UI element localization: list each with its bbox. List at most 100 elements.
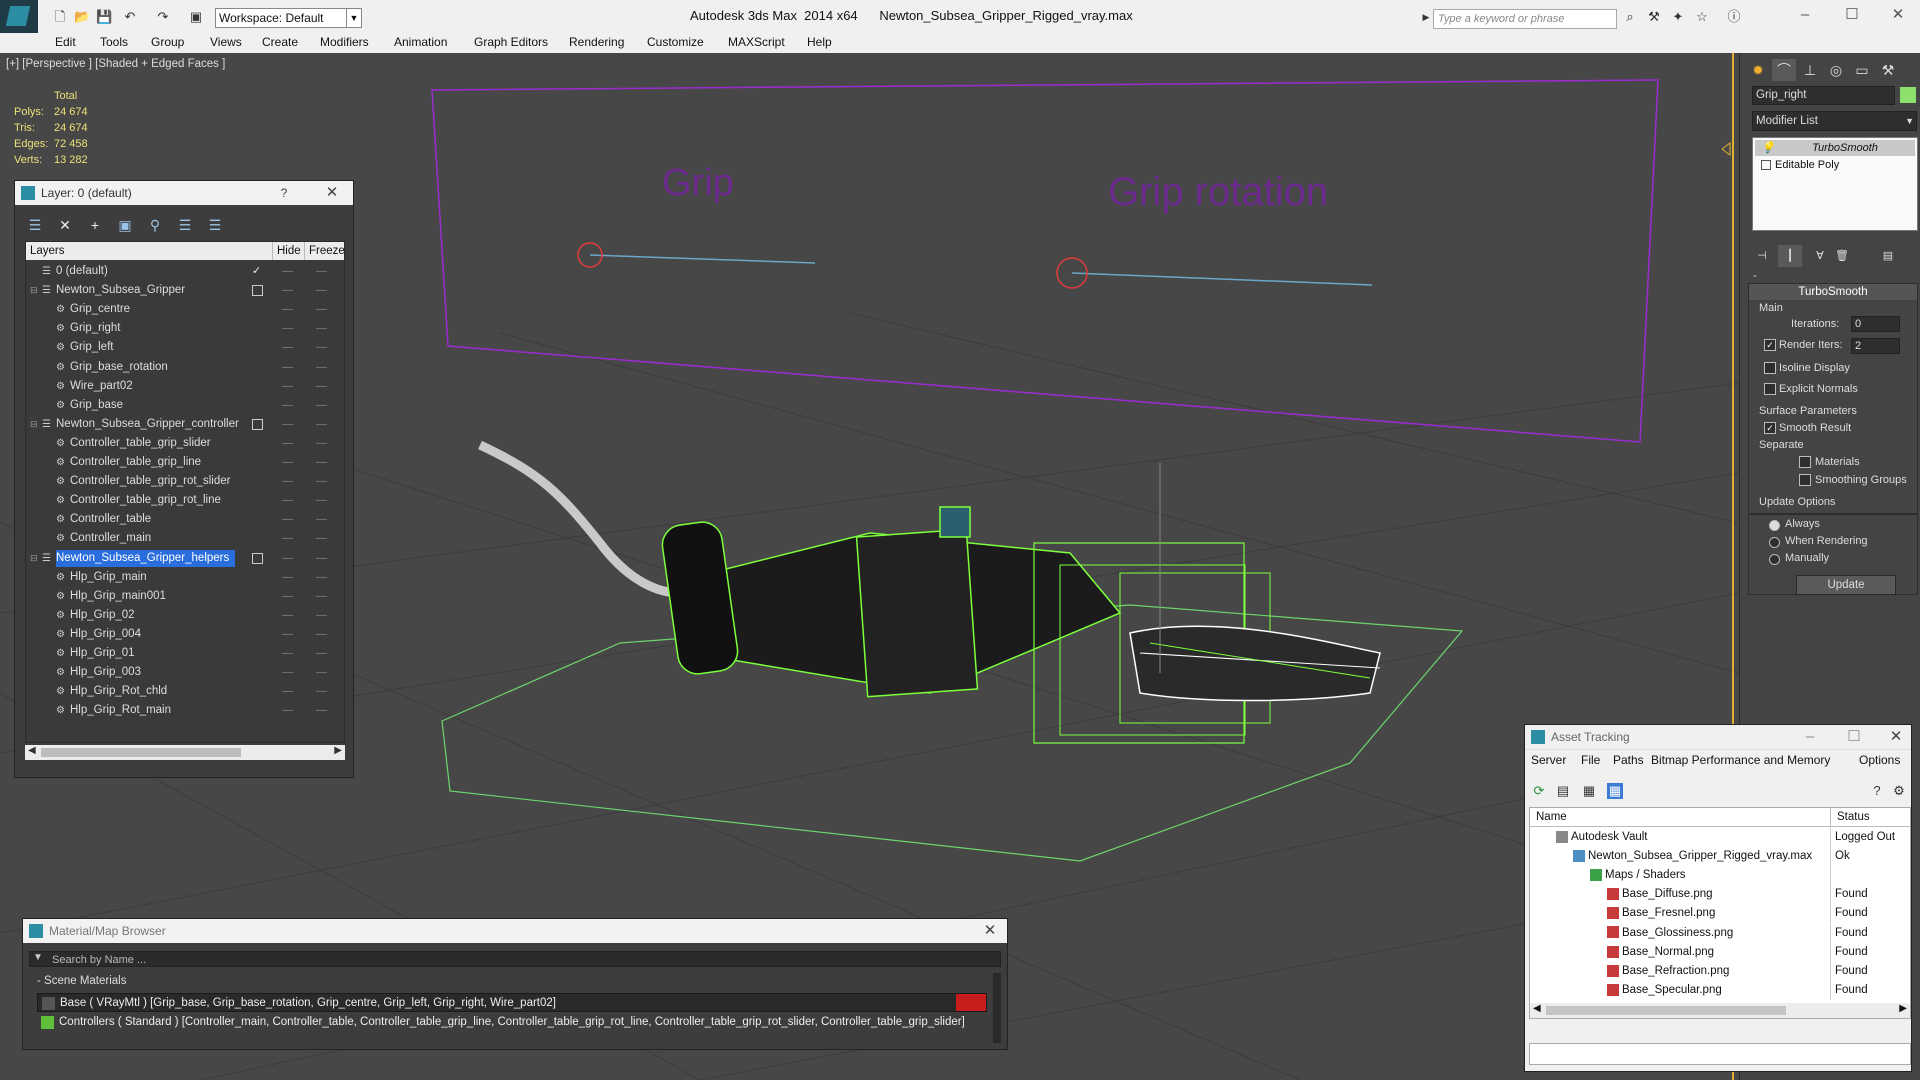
list-view-icon[interactable]: ▤ bbox=[1555, 783, 1571, 799]
menu-group[interactable]: Group bbox=[151, 35, 184, 49]
horizontal-scrollbar[interactable]: ◀ ▶ bbox=[1530, 1003, 1910, 1018]
table-view-icon[interactable]: ▦ bbox=[1607, 783, 1623, 799]
freeze-toggle[interactable]: ‒‒ bbox=[316, 453, 327, 472]
minimize-icon[interactable]: – bbox=[1799, 725, 1821, 749]
layer-explorer-titlebar[interactable]: Layer: 0 (default) ? ✕ bbox=[15, 181, 353, 205]
help-icon[interactable]: ⓘ bbox=[1726, 9, 1742, 25]
hide-toggle[interactable]: ‒‒ bbox=[282, 472, 293, 491]
object-row[interactable]: ⚙ Controller_table ‒‒ ‒‒ bbox=[26, 510, 344, 529]
close-window-icon[interactable]: ✕ bbox=[1878, 4, 1918, 26]
object-row[interactable]: ⚙ Grip_centre ‒‒ ‒‒ bbox=[26, 300, 344, 319]
freeze-toggle[interactable]: ‒‒ bbox=[316, 472, 327, 491]
asset-row[interactable]: Autodesk Vault Logged Out bbox=[1530, 828, 1910, 847]
favorites-star-icon[interactable]: ☆ bbox=[1694, 9, 1710, 25]
freeze-toggle[interactable]: ‒‒ bbox=[316, 300, 327, 319]
utilities-tab-icon[interactable]: ⚒ bbox=[1876, 59, 1900, 81]
freeze-toggle[interactable]: ‒‒ bbox=[316, 587, 327, 606]
lightbulb-icon[interactable]: 💡 bbox=[1761, 140, 1775, 156]
material-browser-titlebar[interactable]: Material/Map Browser ✕ bbox=[23, 919, 1007, 943]
pin-stack-icon[interactable]: ⊣ bbox=[1750, 245, 1774, 267]
hide-toggle[interactable]: ‒‒ bbox=[282, 663, 293, 682]
column-hide[interactable]: Hide bbox=[272, 242, 301, 260]
maximize-window-icon[interactable]: ☐ bbox=[1832, 4, 1872, 26]
communication-center-icon[interactable]: ✦ bbox=[1670, 9, 1686, 25]
asset-row[interactable]: Base_Normal.png Found bbox=[1530, 942, 1910, 962]
asset-row[interactable]: Base_Diffuse.png Found bbox=[1530, 885, 1910, 905]
menu-server[interactable]: Server bbox=[1531, 753, 1566, 767]
asset-row[interactable]: Base_Refraction.png Found bbox=[1530, 961, 1910, 981]
object-row[interactable]: ⚙ Controller_table_grip_rot_line ‒‒ ‒‒ bbox=[26, 491, 344, 510]
modifier-list-dropdown[interactable]: Modifier List ▼ bbox=[1752, 111, 1917, 131]
menu-modifiers[interactable]: Modifiers bbox=[320, 35, 369, 49]
object-row[interactable]: ⚙ Grip_base_rotation ‒‒ ‒‒ bbox=[26, 358, 344, 377]
hide-toggle[interactable]: ‒‒ bbox=[282, 625, 293, 644]
freeze-toggle[interactable]: ‒‒ bbox=[316, 663, 327, 682]
hide-toggle[interactable]: ‒‒ bbox=[282, 377, 293, 396]
object-row[interactable]: ⚙ Hlp_Grip_004 ‒‒ ‒‒ bbox=[26, 625, 344, 644]
gripper-model[interactable] bbox=[660, 463, 1381, 744]
viewport-label[interactable]: [+] [Perspective ] [Shaded + Edged Faces… bbox=[6, 58, 225, 70]
help-icon[interactable]: ? bbox=[1869, 783, 1885, 799]
delete-layer-icon[interactable]: ✕ bbox=[55, 215, 75, 235]
object-name-field[interactable]: Grip_right bbox=[1752, 86, 1895, 105]
freeze-toggle[interactable]: ‒‒ bbox=[316, 415, 327, 434]
remove-modifier-icon[interactable]: 🗑 bbox=[1830, 245, 1854, 267]
horizontal-scrollbar[interactable]: ◀ ▶ bbox=[25, 745, 345, 760]
layer-row[interactable]: ☰ ⊟ Newton_Subsea_Gripper_helpers ‒‒ ‒‒ bbox=[26, 549, 344, 568]
redo-icon[interactable]: ↷ bbox=[155, 9, 171, 25]
menu-edit[interactable]: Edit bbox=[55, 35, 76, 49]
turbosmooth-rollout-header[interactable]: TurboSmooth bbox=[1749, 284, 1917, 300]
hide-toggle[interactable]: ‒‒ bbox=[282, 453, 293, 472]
freeze-toggle[interactable]: ‒‒ bbox=[316, 338, 327, 357]
freeze-all-layers-icon[interactable]: ☰ bbox=[205, 215, 225, 235]
render-iters-checkbox[interactable]: ✓ bbox=[1764, 339, 1776, 351]
display-tab-icon[interactable]: ▭ bbox=[1850, 59, 1874, 81]
hide-toggle[interactable]: ‒‒ bbox=[282, 606, 293, 625]
collapse-icon[interactable]: ⊟ bbox=[30, 549, 38, 568]
hide-toggle[interactable]: ‒‒ bbox=[282, 491, 293, 510]
material-row-controllers[interactable]: Controllers ( Standard ) [Controller_mai… bbox=[37, 1013, 987, 1032]
modify-tab-icon[interactable]: ⌒ bbox=[1772, 59, 1796, 81]
menu-options[interactable]: Options bbox=[1859, 753, 1900, 767]
close-icon[interactable]: ✕ bbox=[1885, 725, 1907, 749]
material-row-base[interactable]: Base ( VRayMtl ) [Grip_base, Grip_base_r… bbox=[37, 993, 987, 1012]
subscription-icon[interactable]: ⚒ bbox=[1646, 9, 1662, 25]
hide-toggle[interactable]: ‒‒ bbox=[282, 319, 293, 338]
menu-tools[interactable]: Tools bbox=[100, 35, 128, 49]
current-layer-check-icon[interactable]: ✓ bbox=[252, 262, 261, 281]
create-tab-icon[interactable]: ✹ bbox=[1746, 59, 1770, 81]
settings-icon[interactable]: ⚙ bbox=[1891, 783, 1907, 799]
material-search-input[interactable]: Search by Name ... bbox=[29, 951, 1001, 967]
manually-radio[interactable] bbox=[1769, 554, 1780, 565]
asset-row[interactable]: Newton_Subsea_Gripper_Rigged_vray.max Ok bbox=[1530, 847, 1910, 867]
make-unique-icon[interactable]: ∀ bbox=[1808, 245, 1832, 267]
freeze-toggle[interactable]: ‒‒ bbox=[316, 529, 327, 548]
column-freeze[interactable]: Freeze bbox=[304, 242, 345, 260]
motion-tab-icon[interactable]: ◎ bbox=[1824, 59, 1848, 81]
freeze-toggle[interactable]: ‒‒ bbox=[316, 491, 327, 510]
scroll-right-icon[interactable]: ▶ bbox=[334, 745, 342, 756]
app-logo-icon[interactable] bbox=[0, 0, 38, 36]
object-row[interactable]: ⚙ Hlp_Grip_003 ‒‒ ‒‒ bbox=[26, 663, 344, 682]
freeze-toggle[interactable]: ‒‒ bbox=[316, 568, 327, 587]
menu-views[interactable]: Views bbox=[210, 35, 242, 49]
select-objects-icon[interactable]: ▣ bbox=[115, 215, 135, 235]
asset-path-field[interactable] bbox=[1529, 1043, 1911, 1065]
search-options-icon[interactable]: ▼ bbox=[33, 952, 43, 963]
object-row[interactable]: ⚙ Hlp_Grip_main001 ‒‒ ‒‒ bbox=[26, 587, 344, 606]
hide-toggle[interactable]: ‒‒ bbox=[282, 396, 293, 415]
refresh-icon[interactable]: ⟳ bbox=[1531, 783, 1547, 799]
materials-checkbox[interactable] bbox=[1799, 456, 1811, 468]
menu-file[interactable]: File bbox=[1581, 753, 1600, 767]
scene-materials-group[interactable]: - Scene Materials bbox=[29, 973, 1009, 989]
scroll-left-icon[interactable]: ◀ bbox=[1533, 1003, 1541, 1014]
freeze-toggle[interactable]: ‒‒ bbox=[316, 549, 327, 568]
freeze-toggle[interactable]: ‒‒ bbox=[316, 281, 327, 300]
hide-toggle[interactable]: ‒‒ bbox=[282, 529, 293, 548]
hide-toggle[interactable]: ‒‒ bbox=[282, 338, 293, 357]
configure-sets-icon[interactable]: ▤ bbox=[1876, 245, 1900, 267]
always-radio[interactable] bbox=[1769, 520, 1780, 531]
menu-create[interactable]: Create bbox=[262, 35, 298, 49]
object-row[interactable]: ⚙ Controller_table_grip_rot_slider ‒‒ ‒‒ bbox=[26, 472, 344, 491]
object-row[interactable]: ⚙ Controller_main ‒‒ ‒‒ bbox=[26, 529, 344, 548]
